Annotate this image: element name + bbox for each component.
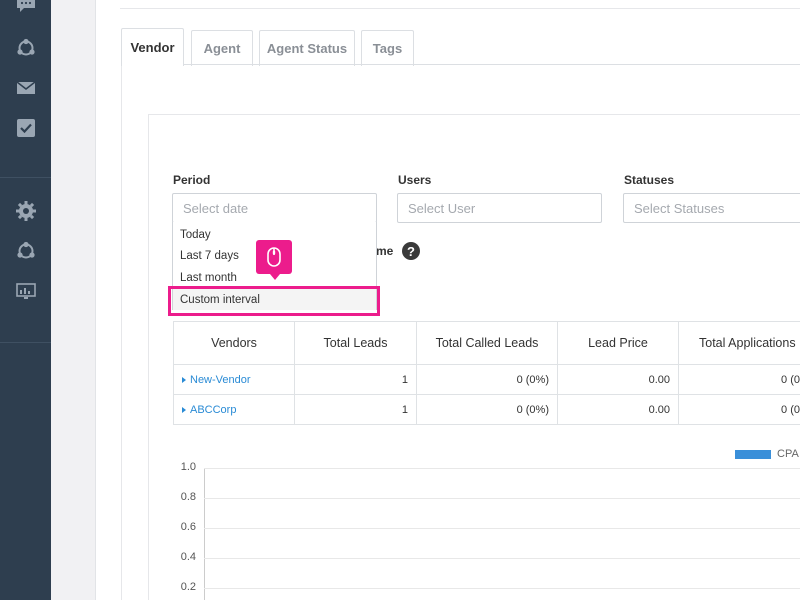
sidebar-divider bbox=[0, 342, 51, 343]
monitor-chart-icon[interactable] bbox=[15, 280, 37, 302]
grid-line bbox=[204, 528, 800, 529]
period-option-custom-interval[interactable]: Custom interval bbox=[173, 289, 376, 310]
vendor-table: Vendors Total Leads Total Called Leads L… bbox=[173, 321, 800, 425]
tab-agent[interactable]: Agent bbox=[191, 30, 253, 66]
users-input[interactable] bbox=[398, 194, 601, 222]
grid-line bbox=[204, 468, 800, 469]
y-tick-label: 0.2 bbox=[180, 581, 196, 593]
chat-icon[interactable] bbox=[15, 0, 37, 20]
question-circle-icon[interactable]: ? bbox=[402, 242, 420, 260]
vendor-link[interactable]: ABCCorp bbox=[190, 404, 236, 416]
col-header-total-leads[interactable]: Total Leads bbox=[295, 322, 417, 365]
gutter bbox=[51, 0, 96, 600]
tab-vendor[interactable]: Vendor bbox=[121, 28, 184, 66]
vendor-link[interactable]: New-Vendor bbox=[190, 374, 251, 386]
sidebar-divider bbox=[0, 177, 51, 178]
grid-line bbox=[204, 588, 800, 589]
mouse-icon bbox=[267, 247, 281, 267]
period-select[interactable] bbox=[172, 193, 377, 223]
cpa-chart: CPA (Cost Per Ap 1.0 0.8 0.6 0.4 0.2 bbox=[156, 440, 800, 600]
share-icon[interactable] bbox=[15, 240, 37, 262]
tab-tags[interactable]: Tags bbox=[361, 30, 414, 66]
col-header-total-called-leads[interactable]: Total Called Leads bbox=[417, 322, 558, 365]
expand-caret-icon[interactable] bbox=[182, 406, 186, 413]
table-cell: 0 (0 bbox=[679, 365, 800, 395]
y-axis bbox=[204, 468, 205, 600]
expand-caret-icon[interactable] bbox=[182, 376, 186, 383]
statuses-select[interactable] bbox=[623, 193, 800, 223]
table-cell: 0 (0%) bbox=[417, 395, 558, 425]
mouse-annotation bbox=[256, 240, 292, 280]
y-tick-label: 0.4 bbox=[180, 551, 196, 563]
y-tick-label: 1.0 bbox=[180, 461, 196, 473]
table-cell: 0 (0 bbox=[679, 395, 800, 425]
main-content: Vendor Agent Agent Status Tags Period Us… bbox=[96, 0, 800, 600]
period-label: Period bbox=[173, 173, 211, 187]
gear-icon[interactable] bbox=[15, 200, 37, 222]
table-row[interactable]: ABCCorp bbox=[174, 395, 295, 425]
grid-line bbox=[204, 498, 800, 499]
y-tick-label: 0.8 bbox=[180, 491, 196, 503]
table-cell: 0.00 bbox=[558, 365, 679, 395]
statuses-input[interactable] bbox=[624, 194, 800, 222]
users-select[interactable] bbox=[397, 193, 602, 223]
sidebar bbox=[0, 0, 51, 600]
table-cell: 1 bbox=[295, 365, 417, 395]
check-badge-icon[interactable] bbox=[15, 117, 37, 139]
grid-line bbox=[204, 558, 800, 559]
divider bbox=[120, 8, 800, 9]
table-row[interactable]: New-Vendor bbox=[174, 365, 295, 395]
statuses-label: Statuses bbox=[624, 173, 675, 187]
users-label: Users bbox=[398, 173, 432, 187]
col-header-vendors[interactable]: Vendors bbox=[174, 322, 295, 365]
col-header-lead-price[interactable]: Lead Price bbox=[558, 322, 679, 365]
tab-agent-status[interactable]: Agent Status bbox=[259, 30, 355, 66]
y-tick-label: 0.6 bbox=[180, 521, 196, 533]
legend-label[interactable]: CPA (Cost Per Ap bbox=[777, 448, 800, 460]
col-header-total-applications[interactable]: Total Applications bbox=[679, 322, 800, 365]
mail-icon[interactable] bbox=[15, 77, 37, 99]
table-cell: 0 (0%) bbox=[417, 365, 558, 395]
truncated-label: me bbox=[376, 244, 394, 258]
period-input[interactable] bbox=[173, 194, 376, 222]
share-icon[interactable] bbox=[15, 37, 37, 59]
table-cell: 1 bbox=[295, 395, 417, 425]
legend-swatch[interactable] bbox=[735, 450, 771, 459]
table-cell: 0.00 bbox=[558, 395, 679, 425]
